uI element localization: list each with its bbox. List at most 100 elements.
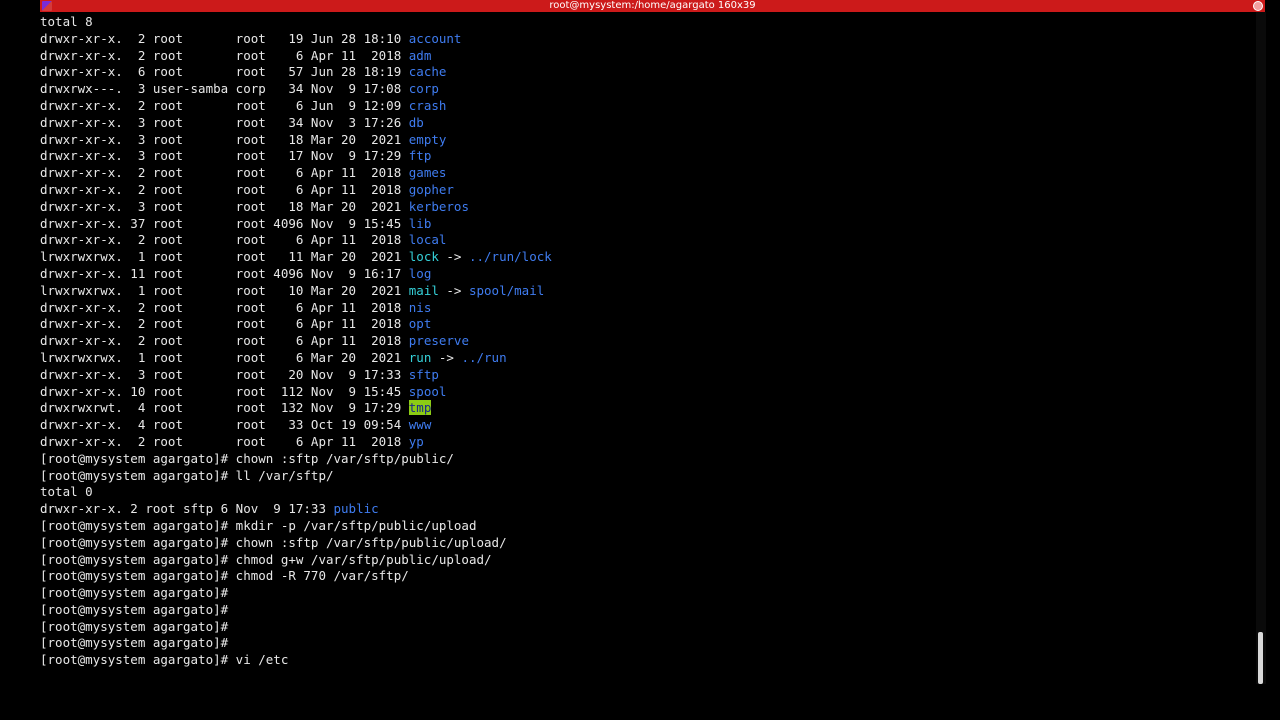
- terminal-line: [root@mysystem agargato]# chown :sftp /v…: [40, 451, 1250, 468]
- terminal-entry-name: ../run/lock: [468, 249, 552, 265]
- terminal-entry-name: kerberos: [408, 198, 469, 214]
- terminal-entry-name: spool: [408, 383, 447, 399]
- terminal-line: [root@mysystem agargato]# chmod g+w /var…: [40, 552, 1250, 569]
- terminal-line: drwxr-xr-x. 2 root root 6 Apr 11 2018 yp: [40, 434, 1250, 451]
- terminal-line: drwxr-xr-x. 2 root sftp 6 Nov 9 17:33 pu…: [40, 501, 1250, 518]
- terminal-line: drwxr-xr-x. 4 root root 33 Oct 19 09:54 …: [40, 417, 1250, 434]
- terminal-line: drwxr-xr-x. 37 root root 4096 Nov 9 15:4…: [40, 216, 1250, 233]
- terminal-text: ->: [438, 282, 469, 298]
- terminal-text: [root@mysystem agargato]# chown :sftp /v…: [40, 534, 507, 550]
- terminal-line: [root@mysystem agargato]#: [40, 602, 1250, 619]
- terminal-text: ->: [431, 349, 462, 365]
- terminal-text: drwxr-xr-x. 2 root root 6 Apr 11 2018: [40, 316, 409, 332]
- terminal-entry-name: db: [408, 114, 424, 130]
- terminal-entry-name: opt: [408, 316, 432, 332]
- terminal-line: drwxr-xr-x. 2 root root 6 Apr 11 2018 pr…: [40, 333, 1250, 350]
- terminal-entry-name: www: [408, 417, 432, 433]
- terminal-line: drwxr-xr-x. 3 root root 18 Mar 20 2021 e…: [40, 132, 1250, 149]
- terminal-entry-name: lib: [408, 215, 432, 231]
- terminal-entry-name: spool/mail: [468, 282, 545, 298]
- terminal-text: drwxr-xr-x. 2 root root 6 Apr 11 2018: [40, 165, 409, 181]
- terminal-line: [root@mysystem agargato]#: [40, 585, 1250, 602]
- terminal-line: drwxr-xr-x. 3 root root 20 Nov 9 17:33 s…: [40, 367, 1250, 384]
- terminal-text: drwxr-xr-x. 3 root root 34 Nov 3 17:26: [40, 114, 409, 130]
- terminal-text: [root@mysystem agargato]#: [40, 585, 229, 601]
- terminal-app-icon[interactable]: [42, 1, 52, 11]
- terminal-text: drwxr-xr-x. 3 root root 17 Nov 9 17:29: [40, 148, 409, 164]
- terminal-line: drwxr-xr-x. 11 root root 4096 Nov 9 16:1…: [40, 266, 1250, 283]
- terminal-line: total 8: [40, 14, 1250, 31]
- terminal-text: lrwxrwxrwx. 1 root root 6 Mar 20 2021: [40, 349, 409, 365]
- terminal-text: drwxr-xr-x. 2 root root 6 Apr 11 2018: [40, 299, 409, 315]
- terminal-entry-name: run: [408, 349, 432, 365]
- terminal-line: [root@mysystem agargato]#: [40, 619, 1250, 636]
- terminal-line: drwxr-xr-x. 6 root root 57 Jun 28 18:19 …: [40, 64, 1250, 81]
- terminal-text: drwxrwxrwt. 4 root root 132 Nov 9 17:29: [40, 400, 409, 416]
- terminal-line: lrwxrwxrwx. 1 root root 11 Mar 20 2021 l…: [40, 249, 1250, 266]
- terminal-entry-name: crash: [408, 97, 447, 113]
- terminal-entry-name: mail: [408, 282, 439, 298]
- terminal-text: drwxr-xr-x. 2 root root 6 Apr 11 2018: [40, 433, 409, 449]
- terminal-entry-name: ../run: [461, 349, 507, 365]
- terminal-line: drwxr-xr-x. 2 root root 6 Jun 9 12:09 cr…: [40, 98, 1250, 115]
- terminal-line: drwxr-xr-x. 2 root root 19 Jun 28 18:10 …: [40, 31, 1250, 48]
- terminal-text: [root@mysystem agargato]# vi /etc: [40, 652, 289, 668]
- terminal-line: drwxr-xr-x. 2 root root 6 Apr 11 2018 go…: [40, 182, 1250, 199]
- terminal-entry-name: tmp: [408, 400, 432, 416]
- terminal-entry-name: empty: [408, 131, 447, 147]
- terminal-text: drwxrwx---. 3 user-samba corp 34 Nov 9 1…: [40, 81, 409, 97]
- terminal-line: [root@mysystem agargato]# chown :sftp /v…: [40, 535, 1250, 552]
- terminal-entry-name: corp: [408, 81, 439, 97]
- terminal-text: drwxr-xr-x. 2 root root 6 Apr 11 2018: [40, 47, 409, 63]
- terminal-text: drwxr-xr-x. 2 root root 6 Jun 9 12:09: [40, 97, 409, 113]
- terminal-text: drwxr-xr-x. 3 root root 18 Mar 20 2021: [40, 198, 409, 214]
- terminal-line: [root@mysystem agargato]# ll /var/sftp/: [40, 468, 1250, 485]
- terminal-entry-name: games: [408, 165, 447, 181]
- terminal-text: [root@mysystem agargato]# mkdir -p /var/…: [40, 517, 477, 533]
- terminal-entry-name: gopher: [408, 181, 454, 197]
- terminal-text: total 0: [40, 484, 93, 500]
- terminal-text: drwxr-xr-x. 2 root sftp 6 Nov 9 17:33: [40, 501, 334, 517]
- terminal-text: lrwxrwxrwx. 1 root root 10 Mar 20 2021: [40, 282, 409, 298]
- terminal-text: drwxr-xr-x. 6 root root 57 Jun 28 18:19: [40, 64, 409, 80]
- terminal-line: lrwxrwxrwx. 1 root root 10 Mar 20 2021 m…: [40, 283, 1250, 300]
- terminal-text: [root@mysystem agargato]# chmod g+w /var…: [40, 551, 492, 567]
- terminal-entry-name: log: [408, 265, 432, 281]
- terminal-text: drwxr-xr-x. 11 root root 4096 Nov 9 16:1…: [40, 265, 409, 281]
- terminal-text: drwxr-xr-x. 3 root root 20 Nov 9 17:33: [40, 366, 409, 382]
- terminal-text: drwxr-xr-x. 37 root root 4096 Nov 9 15:4…: [40, 215, 409, 231]
- terminal-line: [root@mysystem agargato]# mkdir -p /var/…: [40, 518, 1250, 535]
- terminal-text: ->: [438, 249, 469, 265]
- terminal-text: drwxr-xr-x. 4 root root 33 Oct 19 09:54: [40, 417, 409, 433]
- close-icon[interactable]: [1253, 1, 1263, 11]
- terminal-line: total 0: [40, 484, 1250, 501]
- terminal-line: drwxr-xr-x. 2 root root 6 Apr 11 2018 op…: [40, 316, 1250, 333]
- terminal-entry-name: account: [408, 30, 462, 46]
- terminal-line: [root@mysystem agargato]#: [40, 635, 1250, 652]
- terminal-line: lrwxrwxrwx. 1 root root 6 Mar 20 2021 ru…: [40, 350, 1250, 367]
- terminal-line: drwxrwx---. 3 user-samba corp 34 Nov 9 1…: [40, 81, 1250, 98]
- terminal-text: drwxr-xr-x. 2 root root 6 Apr 11 2018: [40, 232, 409, 248]
- terminal-entry-name: adm: [408, 47, 432, 63]
- terminal-line: drwxr-xr-x. 2 root root 6 Apr 11 2018 ni…: [40, 300, 1250, 317]
- terminal-entry-name: sftp: [408, 366, 439, 382]
- window-title: root@mysystem:/home/agargato 160x39: [549, 0, 756, 11]
- terminal-line: drwxr-xr-x. 2 root root 6 Apr 11 2018 lo…: [40, 232, 1250, 249]
- terminal-line: drwxr-xr-x. 3 root root 17 Nov 9 17:29 f…: [40, 148, 1250, 165]
- terminal-text: [root@mysystem agargato]#: [40, 618, 229, 634]
- window-titlebar[interactable]: root@mysystem:/home/agargato 160x39: [40, 0, 1265, 12]
- terminal-text: drwxr-xr-x. 2 root root 6 Apr 11 2018: [40, 181, 409, 197]
- terminal-line: drwxr-xr-x. 3 root root 34 Nov 3 17:26 d…: [40, 115, 1250, 132]
- terminal-entry-name: ftp: [408, 148, 432, 164]
- terminal-text: [root@mysystem agargato]# chown :sftp /v…: [40, 450, 454, 466]
- terminal-text: drwxr-xr-x. 2 root root 19 Jun 28 18:10: [40, 30, 409, 46]
- terminal-text: drwxr-xr-x. 10 root root 112 Nov 9 15:45: [40, 383, 409, 399]
- vertical-scrollbar[interactable]: [1256, 12, 1266, 684]
- terminal-output[interactable]: total 8 drwxr-xr-x. 2 root root 19 Jun 28…: [40, 14, 1250, 704]
- terminal-line: drwxr-xr-x. 2 root root 6 Apr 11 2018 ga…: [40, 165, 1250, 182]
- terminal-text: lrwxrwxrwx. 1 root root 11 Mar 20 2021: [40, 249, 409, 265]
- terminal-line: drwxr-xr-x. 2 root root 6 Apr 11 2018 ad…: [40, 48, 1250, 65]
- scrollbar-thumb[interactable]: [1258, 632, 1263, 684]
- terminal-entry-name: nis: [408, 299, 432, 315]
- terminal-line: drwxrwxrwt. 4 root root 132 Nov 9 17:29 …: [40, 400, 1250, 417]
